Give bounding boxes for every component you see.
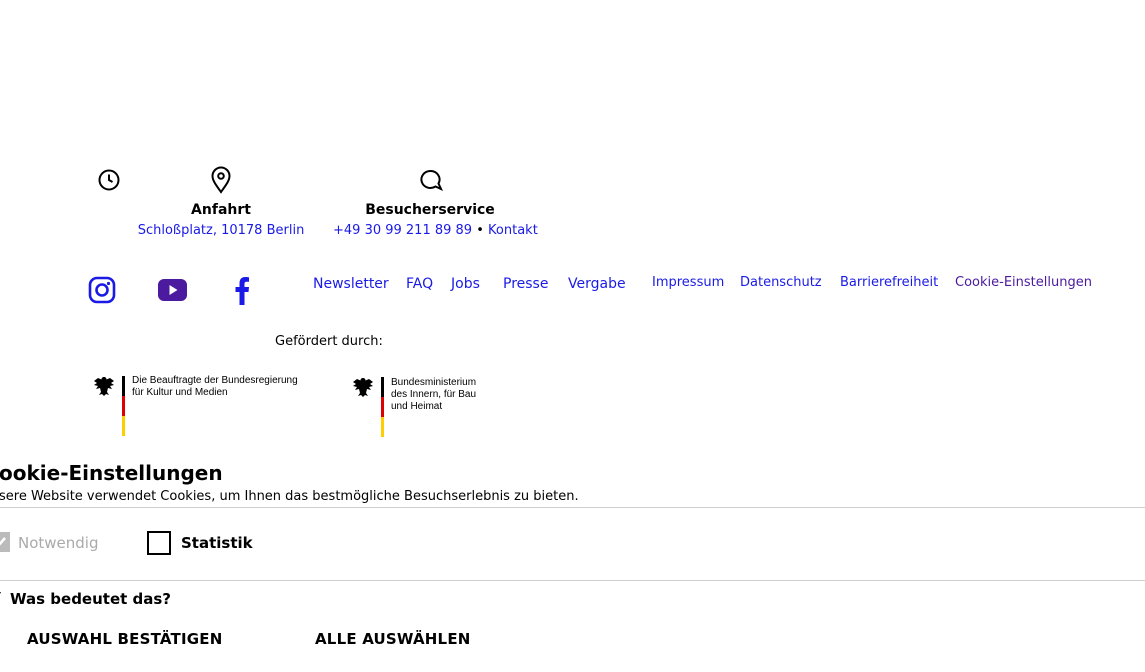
cookie-settings-title: ookie-Einstellungen <box>0 461 223 485</box>
facebook-icon[interactable] <box>234 276 250 305</box>
directions-address-link[interactable]: Schloßplatz, 10178 Berlin <box>120 223 322 238</box>
flag-bar-gold <box>381 417 384 437</box>
logo-bmi: Bundesministerium des Innern, für Bau un… <box>352 376 492 438</box>
funding-label: Gefördert durch: <box>275 334 383 349</box>
speech-bubble-icon <box>418 168 444 192</box>
info-toggle[interactable]: Was bedeutet das? <box>10 590 171 608</box>
logo-bmi-line1: Bundesministerium <box>391 377 477 388</box>
legal-link-barrierefreiheit[interactable]: Barrierefreiheit <box>840 275 938 290</box>
flag-bar-red <box>122 396 125 416</box>
directions-title: Anfahrt <box>191 202 251 218</box>
flag-bar <box>122 376 125 396</box>
map-pin-icon <box>209 166 233 194</box>
flag-bar <box>381 377 384 397</box>
chevron-down-icon[interactable]: ˅ <box>0 591 2 605</box>
logo-bkm-line2: für Kultur und Medien <box>132 387 228 398</box>
legal-link-datenschutz[interactable]: Datenschutz <box>740 275 822 290</box>
divider <box>0 580 1145 581</box>
checkbox-statistik[interactable] <box>147 531 171 555</box>
logo-bkm-line1: Die Beauftragte der Bundesregierung <box>132 375 298 386</box>
instagram-icon[interactable] <box>88 276 116 304</box>
federal-eagle-icon <box>94 377 114 396</box>
nav-link-newsletter[interactable]: Newsletter <box>313 276 389 292</box>
legal-link-cookie-settings[interactable]: Cookie-Einstellungen <box>955 275 1092 290</box>
option-label-notwendig: Notwendig <box>18 534 99 552</box>
contact-link[interactable]: Kontakt <box>488 223 538 238</box>
nav-link-vergabe[interactable]: Vergabe <box>568 276 626 292</box>
visitor-service-contacts: +49 30 99 211 89 89 • Kontakt <box>333 223 538 238</box>
cookie-settings-description: sere Website verwendet Cookies, um Ihnen… <box>0 489 579 504</box>
clock-icon <box>97 168 121 192</box>
youtube-icon[interactable] <box>158 279 187 301</box>
separator-dot: • <box>476 223 484 238</box>
select-all-button[interactable]: ALLE AUSWÄHLEN <box>315 630 471 648</box>
flag-bar-gold <box>122 416 125 436</box>
option-label-statistik[interactable]: Statistik <box>181 534 253 552</box>
flag-bar-red <box>381 397 384 417</box>
logo-bmi-line3: und Heimat <box>391 401 443 412</box>
checkbox-notwendig <box>0 532 10 552</box>
confirm-selection-button[interactable]: AUSWAHL BESTÄTIGEN <box>27 630 222 648</box>
logo-bmi-line2: des Innern, für Bau <box>391 389 477 400</box>
nav-link-jobs[interactable]: Jobs <box>451 276 480 292</box>
visitor-service-title: Besucherservice <box>365 202 495 218</box>
logo-bkm: Die Beauftragte der Bundesregierung für … <box>93 375 303 437</box>
nav-link-presse[interactable]: Presse <box>503 276 548 292</box>
phone-link[interactable]: +49 30 99 211 89 89 <box>333 223 472 238</box>
federal-eagle-icon <box>353 378 373 397</box>
nav-link-faq[interactable]: FAQ <box>406 276 433 292</box>
legal-link-impressum[interactable]: Impressum <box>652 275 724 290</box>
divider <box>0 507 1145 508</box>
